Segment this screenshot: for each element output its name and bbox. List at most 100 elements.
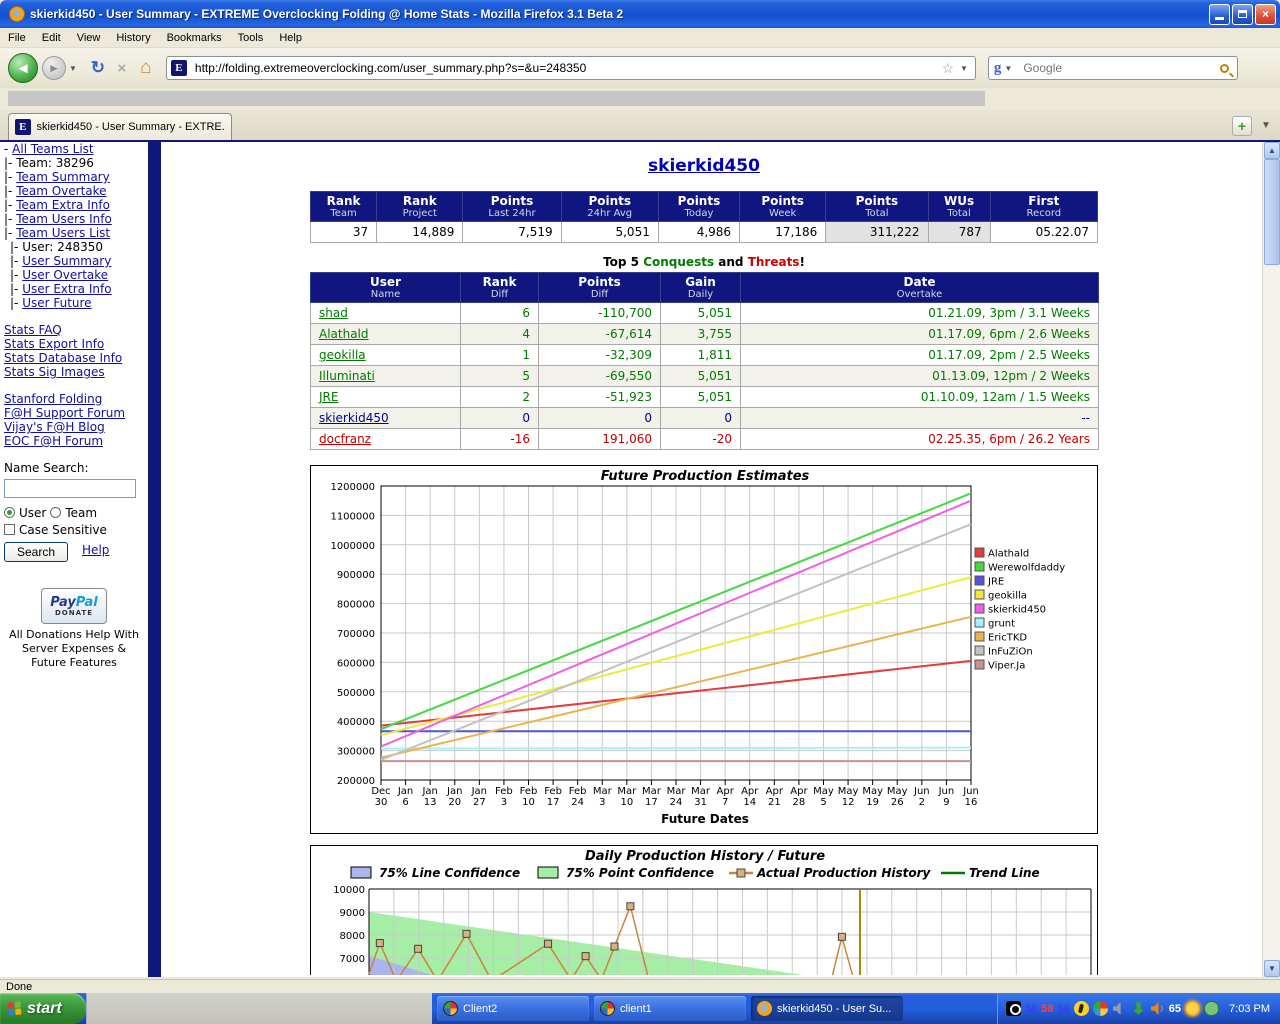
- volume-tray-icon[interactable]: [1150, 1001, 1165, 1016]
- svg-text:7: 7: [722, 797, 728, 808]
- svg-text:Daily Production History / Fut: Daily Production History / Future: [585, 849, 825, 864]
- overtake-user-link[interactable]: geokilla: [319, 348, 366, 362]
- scroll-down-arrow[interactable]: ▼: [1264, 960, 1280, 977]
- history-dropdown-icon[interactable]: ▼: [69, 64, 77, 73]
- sidebar-link-stats-export-info[interactable]: Stats Export Info: [4, 337, 104, 351]
- user-heading-link[interactable]: skierkid450: [310, 156, 1098, 176]
- sidebar-link: |- User Summary: [4, 254, 148, 268]
- green-arrow-tray-icon[interactable]: [1131, 1001, 1146, 1016]
- reload-button[interactable]: ↻: [86, 56, 110, 80]
- taskbar-button-skierkid450-user-su-[interactable]: skierkid450 - User Su...: [751, 996, 903, 1021]
- search-button[interactable]: Search: [4, 542, 68, 562]
- web-search-input[interactable]: [1021, 60, 1220, 76]
- overtake-points-diff: 191,060: [539, 429, 661, 450]
- speedfan-tray-icon[interactable]: [1185, 1001, 1200, 1016]
- search-engine-dropdown-icon[interactable]: ▼: [1004, 64, 1012, 73]
- future-production-chart: 1200000110000010000009000008000007000006…: [310, 465, 1098, 834]
- sidebar-link-vijay-s-f-h-blog[interactable]: Vijay's F@H Blog: [4, 420, 105, 434]
- sidebar-link-team-users-list[interactable]: Team Users List: [16, 226, 110, 240]
- url-input[interactable]: [193, 60, 939, 76]
- paypal-donate-button[interactable]: PayPal DONATE: [41, 588, 107, 624]
- sidebar-link-team-extra-info[interactable]: Team Extra Info: [16, 198, 110, 212]
- case-sensitive-checkbox[interactable]: [4, 524, 15, 535]
- overtake-user: Alathald: [311, 324, 461, 345]
- name-search-label: Name Search:: [4, 461, 148, 475]
- name-search-input[interactable]: [4, 479, 136, 498]
- overtake-user-link[interactable]: Illuminati: [319, 369, 375, 383]
- svg-text:8000: 8000: [340, 931, 365, 942]
- sidebar-link-team-users-info[interactable]: Team Users Info: [16, 212, 112, 226]
- minimize-button[interactable]: [1209, 4, 1230, 25]
- overtake-table: UserNameRankDiffPointsDiffGainDailyDateO…: [310, 272, 1099, 450]
- sidebar-link-stats-sig-images[interactable]: Stats Sig Images: [4, 365, 105, 379]
- svg-text:14: 14: [743, 797, 756, 808]
- scrollbar-thumb[interactable]: [1264, 159, 1280, 265]
- menu-bookmarks[interactable]: Bookmarks: [159, 30, 230, 46]
- close-button[interactable]: ×: [1255, 4, 1276, 25]
- svg-text:1200000: 1200000: [330, 482, 375, 493]
- stop-button[interactable]: ×: [110, 56, 134, 80]
- menu-file[interactable]: File: [0, 30, 34, 46]
- scroll-up-arrow[interactable]: ▲: [1264, 142, 1280, 159]
- svg-text:Apr: Apr: [717, 786, 735, 797]
- overtake-user-link[interactable]: skierkid450: [319, 411, 389, 425]
- menu-help[interactable]: Help: [271, 30, 310, 46]
- tab-user-summary[interactable]: E skierkid450 - User Summary - EXTRE...: [8, 113, 232, 140]
- green-tray-icon[interactable]: [1204, 1001, 1219, 1016]
- sidebar-link-team-overtake[interactable]: Team Overtake: [16, 184, 106, 198]
- new-tab-button[interactable]: +: [1232, 116, 1252, 136]
- menu-edit[interactable]: Edit: [34, 30, 69, 46]
- sidebar-link-user-extra-info[interactable]: User Extra Info: [22, 282, 111, 296]
- svg-text:Future Dates: Future Dates: [661, 812, 749, 826]
- overtake-user-link[interactable]: JRE: [319, 390, 338, 404]
- radio-user[interactable]: [4, 507, 15, 518]
- forward-button[interactable]: ►: [42, 56, 66, 80]
- help-link[interactable]: Help: [82, 543, 109, 557]
- sidebar-link-stats-faq[interactable]: Stats FAQ: [4, 323, 62, 337]
- muted-speaker-tray-icon[interactable]: [1112, 1001, 1127, 1016]
- sidebar-link-user-future[interactable]: User Future: [22, 296, 91, 310]
- taskbar-button-client2[interactable]: Client2: [437, 996, 589, 1021]
- overtake-date: 02.25.35, 6pm / 26.2 Years: [741, 429, 1099, 450]
- steam-tray-icon[interactable]: [1006, 1001, 1021, 1016]
- url-dropdown-icon[interactable]: ▼: [960, 64, 968, 73]
- overtake-rank-diff: 0: [461, 408, 539, 429]
- menu-view[interactable]: View: [69, 30, 109, 46]
- folding-client-icon: [443, 1001, 458, 1016]
- sidebar-link-team-summary[interactable]: Team Summary: [16, 170, 110, 184]
- vertical-scrollbar[interactable]: ▲ ▼: [1262, 142, 1280, 977]
- pinwheel-tray-icon[interactable]: [1093, 1001, 1108, 1016]
- list-all-tabs-icon[interactable]: ▼: [1256, 116, 1276, 136]
- overtake-date: --: [741, 408, 1099, 429]
- taskbar-clock[interactable]: 7:03 PM: [1229, 1003, 1270, 1015]
- bookmark-star-icon[interactable]: ☆: [941, 60, 954, 77]
- overtake-user-link[interactable]: docfranz: [319, 432, 371, 446]
- tab-title: skierkid450 - User Summary - EXTRE...: [37, 121, 225, 133]
- sidebar-link-user-summary[interactable]: User Summary: [22, 254, 111, 268]
- aim-tray-icon[interactable]: [1074, 1001, 1089, 1016]
- start-button[interactable]: start: [0, 993, 86, 1024]
- radio-team[interactable]: [50, 507, 61, 518]
- url-bar[interactable]: E ☆ ▼: [166, 56, 976, 80]
- sidebar-link-all-teams-list[interactable]: All Teams List: [12, 142, 93, 156]
- sidebar-link-stats-database-info[interactable]: Stats Database Info: [4, 351, 122, 365]
- svg-text:10000: 10000: [333, 885, 365, 896]
- menu-history[interactable]: History: [108, 30, 158, 46]
- sidebar-link-eoc-f-h-forum[interactable]: EOC F@H Forum: [4, 434, 103, 448]
- search-box[interactable]: g ▼: [988, 56, 1238, 80]
- search-magnifier-icon[interactable]: [1220, 64, 1229, 73]
- back-button[interactable]: ◄: [8, 53, 38, 83]
- window-titlebar: skierkid450 - User Summary - EXTREME Ove…: [0, 0, 1280, 28]
- overtake-user-link[interactable]: shad: [319, 306, 348, 320]
- svg-text:EricTKD: EricTKD: [988, 633, 1027, 644]
- taskbar-button-client1[interactable]: client1: [594, 996, 746, 1021]
- overtake-date: 01.13.09, 12pm / 2 Weeks: [741, 366, 1099, 387]
- svg-text:17: 17: [645, 797, 658, 808]
- sidebar-link-stanford-folding[interactable]: Stanford Folding: [4, 392, 102, 406]
- restore-button[interactable]: [1232, 4, 1253, 25]
- home-button[interactable]: ⌂: [134, 56, 158, 80]
- sidebar-link-user-overtake[interactable]: User Overtake: [22, 268, 108, 282]
- menu-tools[interactable]: Tools: [230, 30, 272, 46]
- sidebar-link-f-h-support-forum[interactable]: F@H Support Forum: [4, 406, 125, 420]
- overtake-user-link[interactable]: Alathald: [319, 327, 369, 341]
